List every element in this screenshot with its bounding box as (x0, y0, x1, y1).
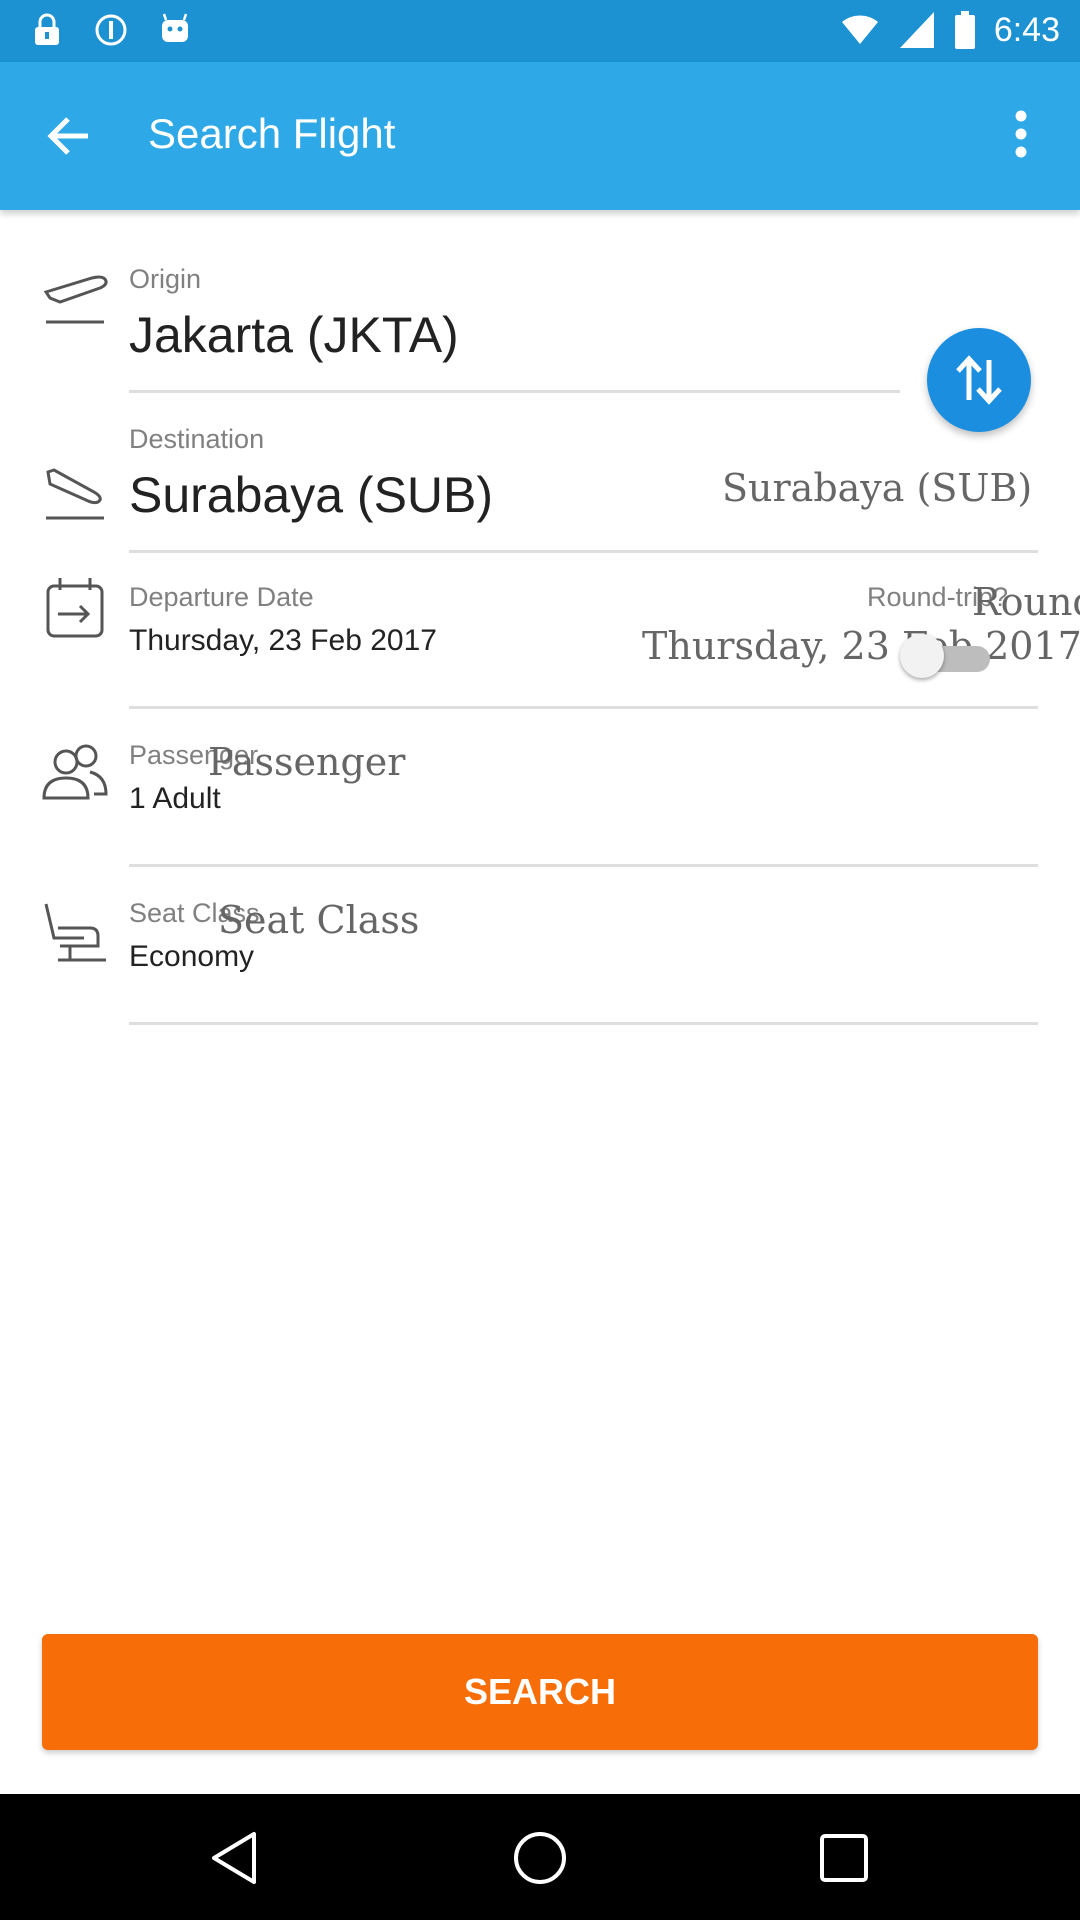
app-bar: Search Flight (0, 62, 1080, 210)
nav-home-icon[interactable] (510, 1828, 570, 1888)
passenger-field[interactable]: Passenger 1 Adult Passenger (0, 726, 1080, 876)
seat-class-underline (129, 1022, 1038, 1025)
destination-field[interactable]: Destination Surabaya (SUB) Surabaya (SUB… (0, 410, 1080, 560)
status-bar: 6:43 (0, 0, 1080, 62)
departure-label: Departure Date (129, 582, 314, 612)
seat-class-value: Economy (129, 940, 255, 973)
departure-underline (129, 706, 1038, 709)
origin-label: Origin (129, 264, 202, 294)
destination-overlay-text: Surabaya (SUB) (722, 466, 1033, 510)
more-vert-icon[interactable] (996, 104, 1046, 164)
passenger-value: 1 Adult (129, 782, 221, 815)
status-notification-icons (30, 12, 192, 48)
destination-value: Surabaya (SUB) (129, 467, 494, 523)
round-trip-toggle[interactable] (900, 632, 994, 680)
round-trip-overlay-text: Round (972, 580, 1080, 624)
battery-icon (954, 11, 975, 49)
people-icon (42, 744, 108, 800)
departure-overlay-text: Thursday, 23 Feb 2017 (642, 624, 1080, 668)
passenger-underline (129, 864, 1038, 867)
origin-field[interactable]: Origin Jakarta (JKTA) (0, 250, 1080, 400)
clock-time: 6:43 (993, 10, 1060, 49)
destination-underline (129, 550, 1038, 553)
back-arrow-icon[interactable] (40, 106, 100, 166)
seat-class-field[interactable]: Seat Class Economy Seat Class (0, 884, 1080, 1034)
nav-back-icon[interactable] (206, 1828, 266, 1888)
destination-label: Destination (129, 424, 265, 454)
search-button[interactable]: SEARCH (42, 1634, 1038, 1750)
seat-class-overlay-text: Seat Class (218, 898, 420, 942)
navigation-bar (0, 1794, 1080, 1920)
takeoff-icon (43, 275, 108, 324)
origin-value: Jakarta (JKTA) (129, 307, 459, 363)
lock-icon (35, 13, 59, 45)
passenger-overlay-text: Passenger (208, 740, 406, 784)
toggle-thumb (900, 634, 944, 678)
landing-icon (46, 468, 104, 520)
info-icon (95, 14, 127, 46)
wifi-icon (841, 15, 878, 44)
signal-icon (899, 12, 934, 48)
status-system-icons: 6:43 (840, 10, 1060, 50)
calendar-icon (46, 578, 104, 638)
origin-underline (129, 390, 900, 393)
android-icon (162, 13, 188, 42)
departure-value: Thursday, 23 Feb 2017 (129, 624, 437, 657)
page-title: Search Flight (148, 110, 396, 157)
seat-icon (44, 903, 106, 962)
nav-recents-icon[interactable] (814, 1828, 874, 1888)
